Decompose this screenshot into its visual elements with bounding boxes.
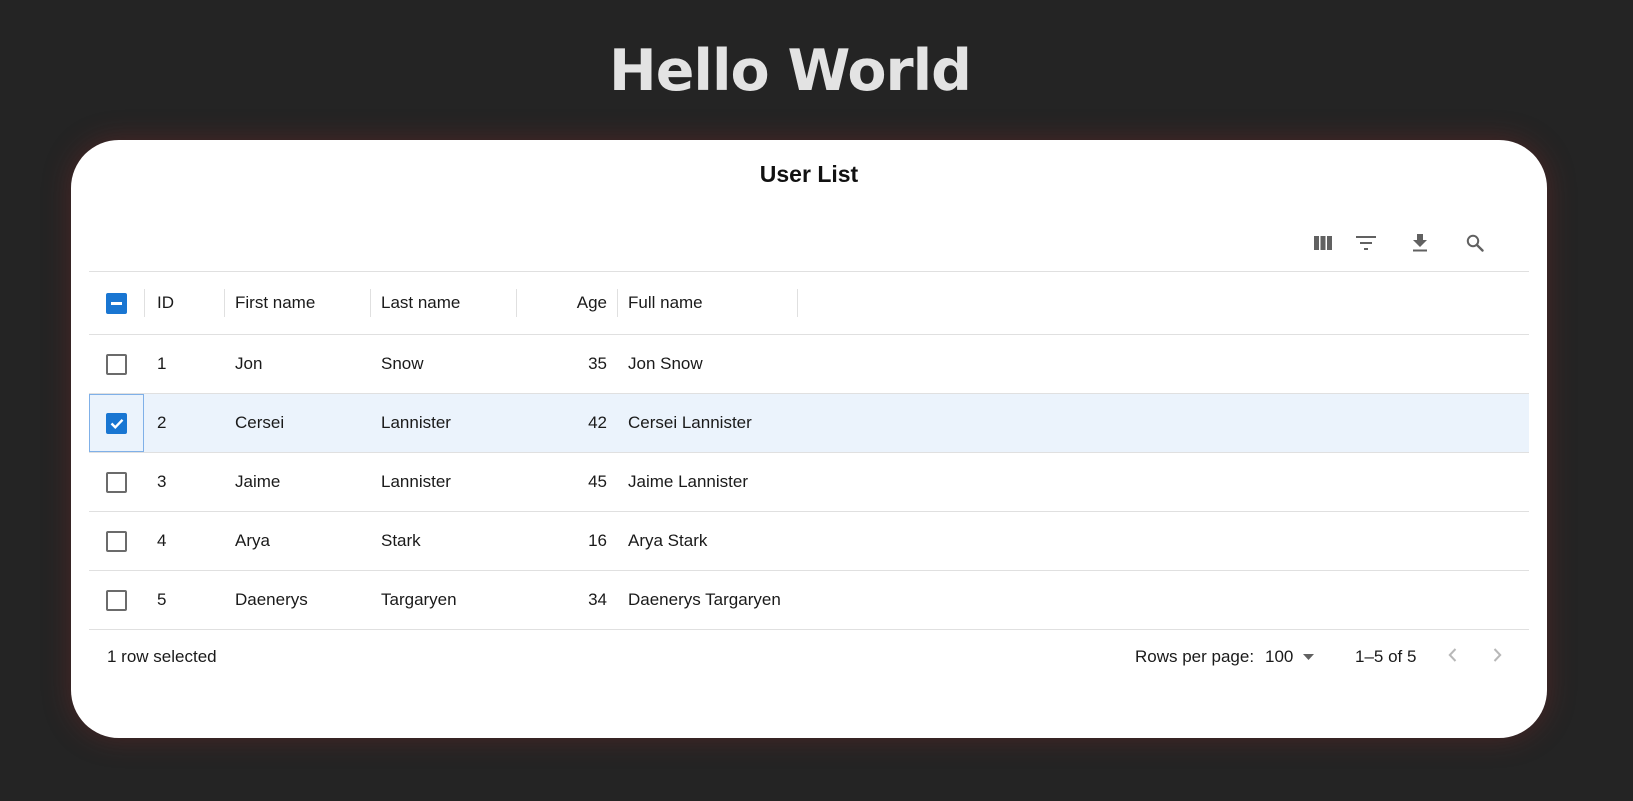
column-separator[interactable] xyxy=(516,289,517,317)
cell-full-name: Arya Stark xyxy=(628,531,708,550)
select-all-checkbox[interactable] xyxy=(106,292,127,314)
filter-icon xyxy=(1356,235,1376,255)
caret-down-icon xyxy=(1303,654,1315,660)
row-checkbox-cell xyxy=(89,571,144,629)
grid-footer: 1 row selected Rows per page: 100 1–5 of… xyxy=(89,629,1529,685)
table-row[interactable]: 2 Cersei Lannister 42 Cersei Lannister xyxy=(89,394,1529,453)
filter-button[interactable] xyxy=(1351,230,1381,260)
column-header-id[interactable]: ID xyxy=(157,272,217,334)
cell-full-name: Jaime Lannister xyxy=(628,472,749,491)
column-separator[interactable] xyxy=(797,289,798,317)
column-separator[interactable] xyxy=(224,289,225,317)
row-checkbox[interactable] xyxy=(106,471,127,493)
cell-id: 3 xyxy=(157,472,167,491)
data-grid: ID First name Last name Age Full name 1 … xyxy=(89,271,1529,630)
chevron-right-icon xyxy=(1493,647,1502,667)
cell-last-name: Snow xyxy=(381,354,424,373)
row-checkbox[interactable] xyxy=(106,412,127,434)
cell-first-name: Jon xyxy=(235,354,263,373)
cell-first-name: Cersei xyxy=(235,413,285,432)
page-title: Hello World xyxy=(609,38,972,104)
cell-age: 35 xyxy=(588,354,607,373)
checkmark-icon xyxy=(110,418,123,429)
search-icon xyxy=(1466,234,1484,257)
cell-id: 1 xyxy=(157,354,167,373)
cell-full-name: Jon Snow xyxy=(628,354,703,373)
rows-per-page-select[interactable]: 100 xyxy=(1265,629,1315,685)
row-checkbox-cell xyxy=(89,453,144,511)
column-separator[interactable] xyxy=(370,289,371,317)
download-icon xyxy=(1412,233,1428,257)
cell-id: 4 xyxy=(157,531,167,550)
export-button[interactable] xyxy=(1405,230,1435,260)
pagination-range: 1–5 of 5 xyxy=(1355,647,1417,666)
column-header-full-name[interactable]: Full name xyxy=(628,272,798,334)
cell-last-name: Targaryen xyxy=(381,590,457,609)
column-separator[interactable] xyxy=(617,289,618,317)
table-row[interactable]: 5 Daenerys Targaryen 34 Daenerys Targary… xyxy=(89,571,1529,630)
cell-id: 5 xyxy=(157,590,167,609)
cell-last-name: Lannister xyxy=(381,413,451,432)
select-all-cell xyxy=(89,272,144,334)
card-title: User List xyxy=(759,161,859,187)
search-button[interactable] xyxy=(1460,230,1490,260)
row-checkbox[interactable] xyxy=(106,530,127,552)
cell-id: 2 xyxy=(157,413,167,432)
cell-first-name: Daenerys xyxy=(235,590,308,609)
cell-last-name: Stark xyxy=(381,531,421,550)
cell-age: 16 xyxy=(588,531,607,550)
chevron-left-icon xyxy=(1447,647,1457,667)
table-row[interactable]: 1 Jon Snow 35 Jon Snow xyxy=(89,335,1529,394)
table-row[interactable]: 3 Jaime Lannister 45 Jaime Lannister xyxy=(89,453,1529,512)
user-list-card: User List ID First name Last name Age Fu… xyxy=(71,140,1547,738)
row-checkbox-cell xyxy=(89,512,144,570)
cell-age: 45 xyxy=(588,472,607,491)
grid-toolbar xyxy=(71,230,1547,260)
previous-page-button[interactable] xyxy=(1437,642,1467,672)
cell-full-name: Daenerys Targaryen xyxy=(628,590,781,609)
column-header-age[interactable]: Age xyxy=(519,272,607,334)
cell-age: 42 xyxy=(588,413,607,432)
header-row: ID First name Last name Age Full name xyxy=(89,272,1529,335)
table-row[interactable]: 4 Arya Stark 16 Arya Stark xyxy=(89,512,1529,571)
cell-age: 34 xyxy=(588,590,607,609)
row-checkbox[interactable] xyxy=(106,353,127,375)
cell-first-name: Jaime xyxy=(235,472,281,491)
cell-last-name: Lannister xyxy=(381,472,451,491)
selected-count: 1 row selected xyxy=(107,647,217,666)
rows-per-page-label: Rows per page: xyxy=(1135,647,1255,666)
row-checkbox-cell xyxy=(89,335,144,393)
columns-button[interactable] xyxy=(1308,230,1338,260)
row-checkbox[interactable] xyxy=(106,589,127,611)
rows-per-page-value: 100 xyxy=(1265,647,1294,666)
cell-full-name: Cersei Lannister xyxy=(628,413,752,432)
row-checkbox-cell xyxy=(89,394,144,452)
columns-icon xyxy=(1314,235,1332,255)
column-header-first-name[interactable]: First name xyxy=(235,272,365,334)
column-separator[interactable] xyxy=(144,289,145,317)
next-page-button[interactable] xyxy=(1482,642,1512,672)
column-header-last-name[interactable]: Last name xyxy=(381,272,511,334)
cell-first-name: Arya xyxy=(235,531,270,550)
